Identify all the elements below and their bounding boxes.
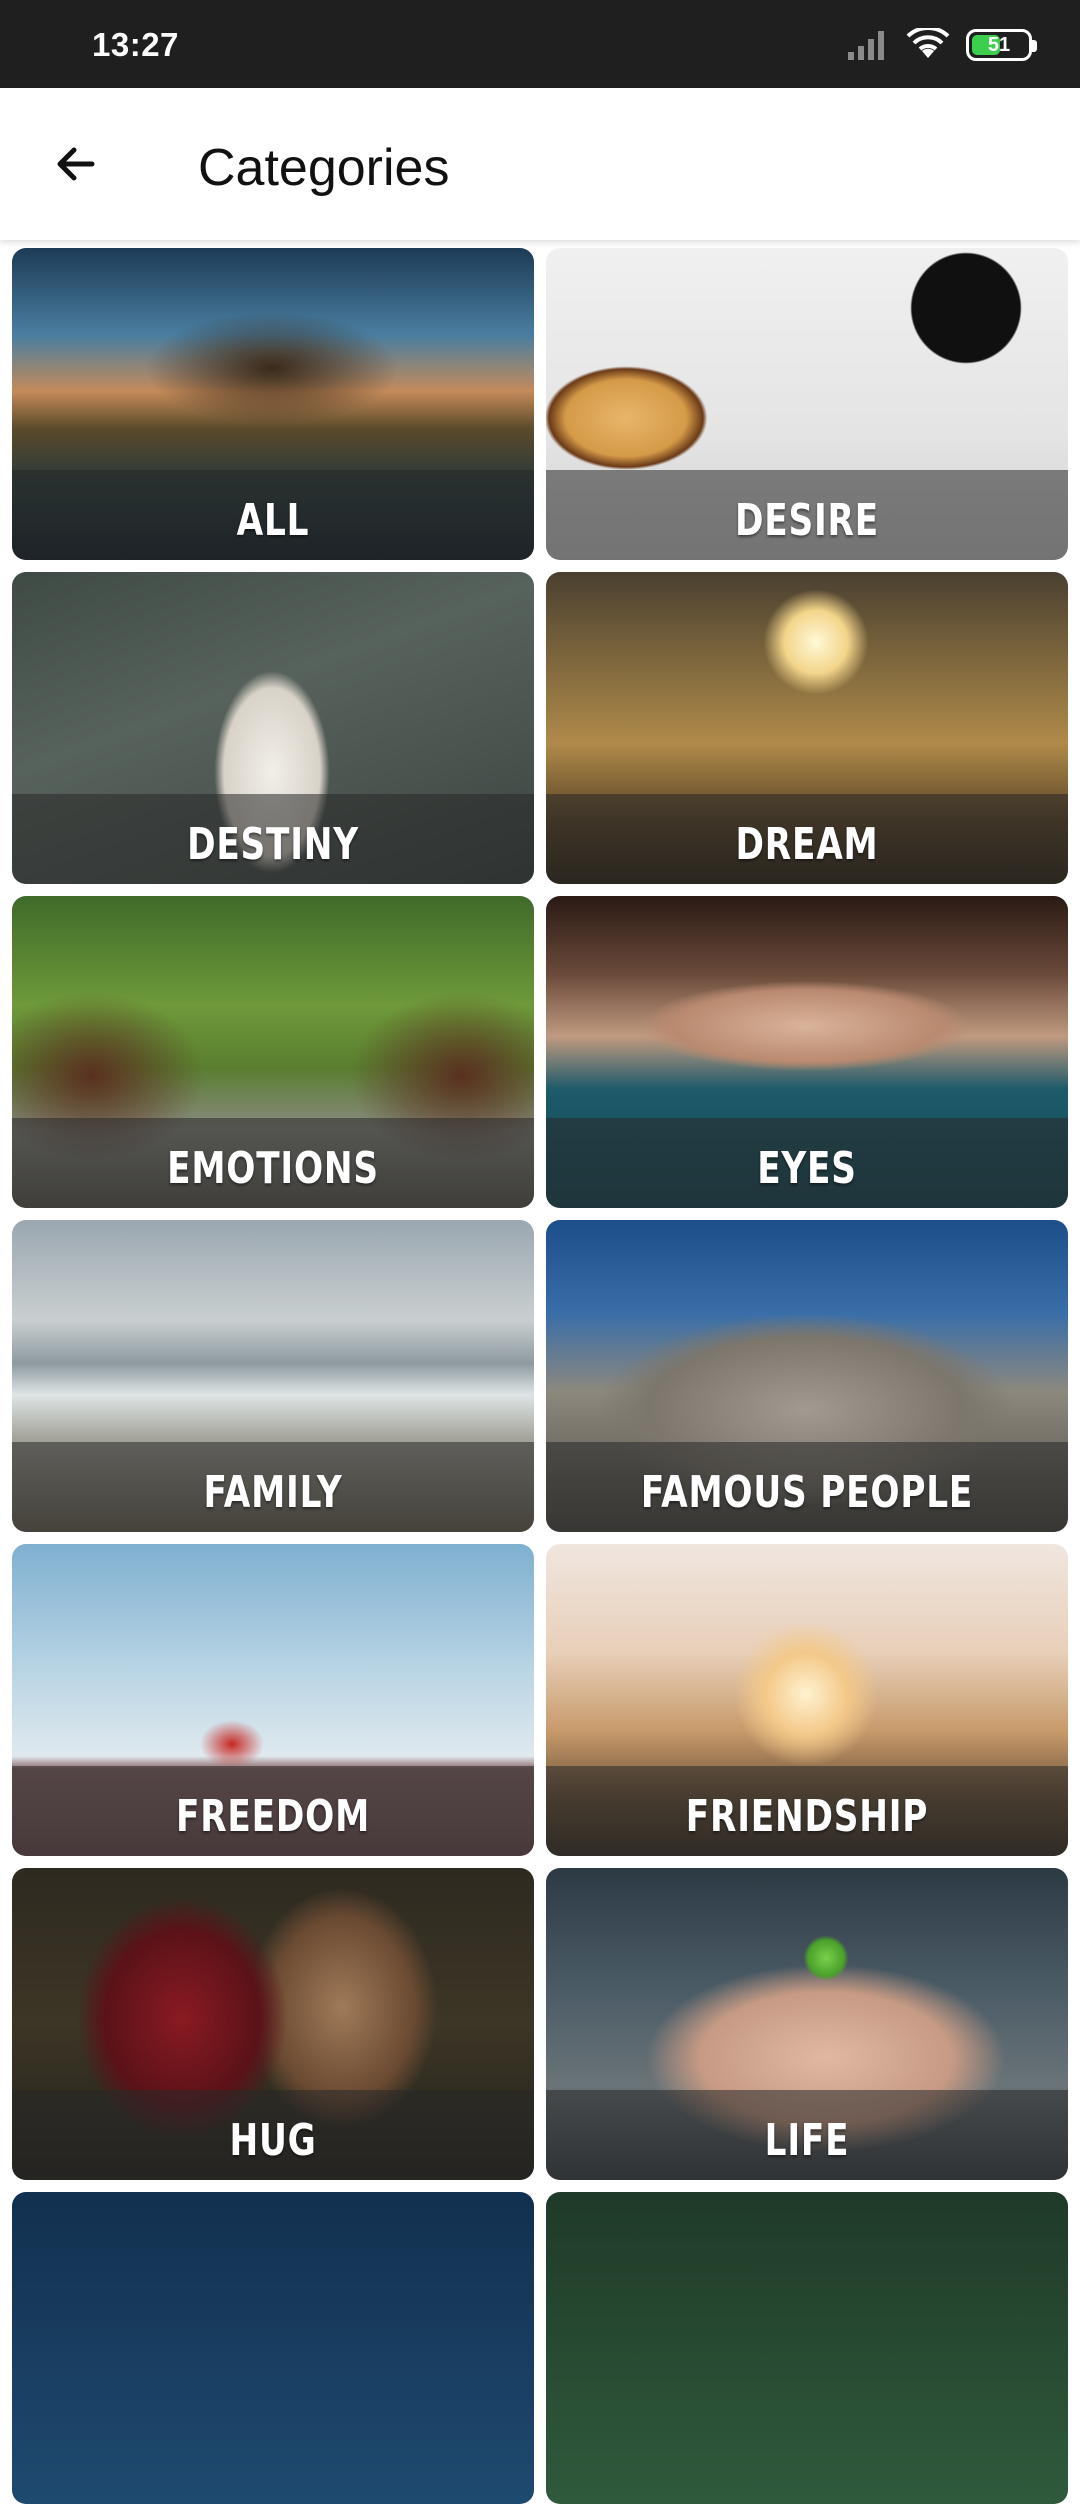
category-label: DESTINY <box>187 819 359 870</box>
category-card-friendship[interactable]: FRIENDSHIP <box>546 1544 1068 1856</box>
category-card-partial[interactable] <box>546 2192 1068 2504</box>
category-card-all[interactable]: ALL <box>12 248 534 560</box>
category-label: DREAM <box>735 819 879 870</box>
battery-percent: 51 <box>987 33 1011 56</box>
category-label: FAMOUS PEOPLE <box>640 1467 974 1518</box>
category-card-freedom[interactable]: FREEDOM <box>12 1544 534 1856</box>
category-card-partial[interactable] <box>12 2192 534 2504</box>
category-image <box>546 2192 1068 2504</box>
app-bar: Categories <box>0 88 1080 240</box>
category-label: FRIENDSHIP <box>685 1791 929 1842</box>
category-label: EMOTIONS <box>167 1143 379 1194</box>
page-title: Categories <box>198 139 450 197</box>
category-label: DESIRE <box>735 495 879 546</box>
category-card-destiny[interactable]: DESTINY <box>12 572 534 884</box>
category-card-desire[interactable]: DESIRE <box>546 248 1068 560</box>
category-card-emotions[interactable]: EMOTIONS <box>12 896 534 1208</box>
status-icons: 51 <box>846 28 1037 62</box>
category-card-eyes[interactable]: EYES <box>546 896 1068 1208</box>
category-grid: ALL DESIRE DESTINY DREAM EMOTIONS EYES F… <box>12 248 1068 2504</box>
status-bar: 13:27 51 <box>0 0 1080 88</box>
category-card-dream[interactable]: DREAM <box>546 572 1068 884</box>
category-image <box>12 2192 534 2504</box>
category-label: ALL <box>236 495 310 546</box>
back-button[interactable] <box>36 124 116 204</box>
category-card-family[interactable]: FAMILY <box>12 1220 534 1532</box>
category-card-life[interactable]: LIFE <box>546 1868 1068 2180</box>
category-label: FREEDOM <box>175 1791 371 1842</box>
battery-icon: 51 <box>966 29 1037 61</box>
category-label: HUG <box>229 2115 317 2166</box>
arrow-back-icon <box>57 147 95 181</box>
status-time: 13:27 <box>92 26 179 63</box>
category-card-famous-people[interactable]: FAMOUS PEOPLE <box>546 1220 1068 1532</box>
category-card-hug[interactable]: HUG <box>12 1868 534 2180</box>
wifi-icon <box>906 28 950 58</box>
signal-icon <box>848 31 884 60</box>
category-label: EYES <box>757 1143 857 1194</box>
category-label: FAMILY <box>203 1467 343 1518</box>
category-label: LIFE <box>764 2115 850 2166</box>
